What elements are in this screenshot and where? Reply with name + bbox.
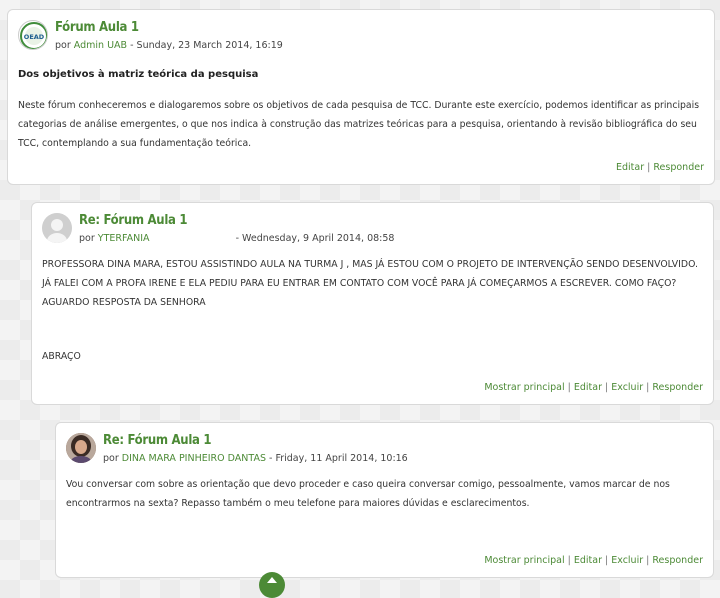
post-body-text: Vou conversar com sobre as orientação qu…: [66, 479, 670, 509]
post-date: - Friday, 11 April 2014, 10:16: [269, 453, 408, 464]
avatar-default[interactable]: [42, 213, 72, 243]
post-commands: Mostrar principal | Editar | Excluir | R…: [484, 555, 703, 566]
delete-link[interactable]: Excluir: [611, 555, 643, 566]
post-byline: por YTERFANIA - Wednesday, 9 April 2014,…: [79, 233, 394, 244]
author-link[interactable]: YTERFANIA: [98, 233, 150, 244]
post-date: - Sunday, 23 March 2014, 16:19: [130, 40, 283, 51]
reply-link[interactable]: Responder: [653, 162, 704, 173]
forum-post-3: Re: Fórum Aula 1 por DINA MARA PINHEIRO …: [55, 422, 714, 578]
by-label: por: [55, 40, 71, 51]
post-content: PROFESSORA DINA MARA, ESTOU ASSISTINDO A…: [42, 255, 703, 366]
edit-link[interactable]: Editar: [574, 382, 602, 393]
forum-post-2: Re: Fórum Aula 1 por YTERFANIA - Wednesd…: [31, 202, 714, 405]
post-heading: Dos objetivos à matriz teórica da pesqui…: [18, 69, 259, 80]
delete-link[interactable]: Excluir: [611, 382, 643, 393]
post-byline: por Admin UAB - Sunday, 23 March 2014, 1…: [55, 40, 283, 51]
post-content: Vou conversar com sobre as orientação qu…: [66, 475, 703, 513]
post-content: Dos objetivos à matriz teórica da pesqui…: [18, 65, 704, 153]
expand-thread-icon[interactable]: [259, 572, 285, 598]
author-link[interactable]: Admin UAB: [74, 40, 127, 51]
post-body-text: Neste fórum conheceremos e dialogaremos …: [18, 100, 700, 149]
edit-link[interactable]: Editar: [616, 162, 644, 173]
post-commands: Mostrar principal | Editar | Excluir | R…: [484, 382, 703, 393]
post-subject: Re: Fórum Aula 1: [103, 433, 212, 448]
show-parent-link[interactable]: Mostrar principal: [484, 382, 564, 393]
post-subject: Fórum Aula 1: [55, 20, 139, 35]
post-subject: Re: Fórum Aula 1: [79, 213, 188, 228]
svg-text:OEAD: OEAD: [24, 33, 45, 41]
forum-post-1: OEAD Fórum Aula 1 por Admin UAB - Sunday…: [7, 9, 715, 185]
edit-link[interactable]: Editar: [574, 555, 602, 566]
post-date: - Wednesday, 9 April 2014, 08:58: [235, 233, 395, 244]
avatar-photo[interactable]: [66, 433, 96, 463]
post-commands: Editar | Responder: [616, 162, 704, 173]
reply-link[interactable]: Responder: [652, 382, 703, 393]
post-closing-text: ABRAÇO: [42, 351, 81, 362]
post-byline: por DINA MARA PINHEIRO DANTAS - Friday, …: [103, 453, 408, 464]
avatar-oead-logo[interactable]: OEAD: [18, 20, 48, 50]
by-label: por: [79, 233, 95, 244]
post-body-text: PROFESSORA DINA MARA, ESTOU ASSISTINDO A…: [42, 259, 698, 308]
reply-link[interactable]: Responder: [652, 555, 703, 566]
show-parent-link[interactable]: Mostrar principal: [484, 555, 564, 566]
by-label: por: [103, 453, 119, 464]
author-link[interactable]: DINA MARA PINHEIRO DANTAS: [122, 453, 266, 464]
